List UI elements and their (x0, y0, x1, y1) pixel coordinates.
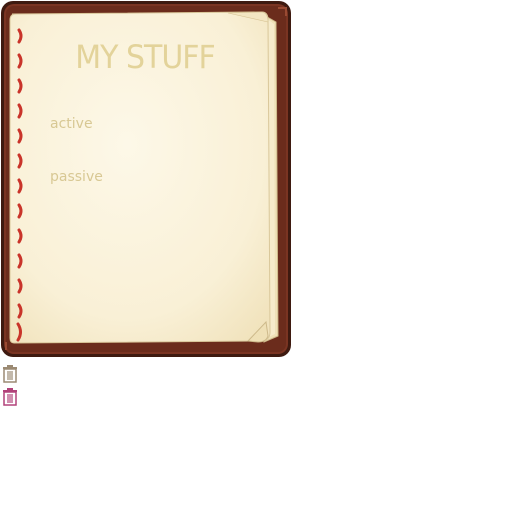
trash-icon-highlighted-graphic (3, 388, 17, 406)
journal-book: MY STUFF active passive (0, 0, 292, 358)
journal-title: MY STUFF (75, 38, 216, 77)
trash-icon[interactable] (0, 364, 20, 384)
active-section-label[interactable]: active (50, 116, 93, 132)
trash-icon-highlighted[interactable] (0, 387, 20, 407)
trash-icon-graphic (3, 365, 17, 383)
passive-section-label[interactable]: passive (50, 169, 103, 185)
